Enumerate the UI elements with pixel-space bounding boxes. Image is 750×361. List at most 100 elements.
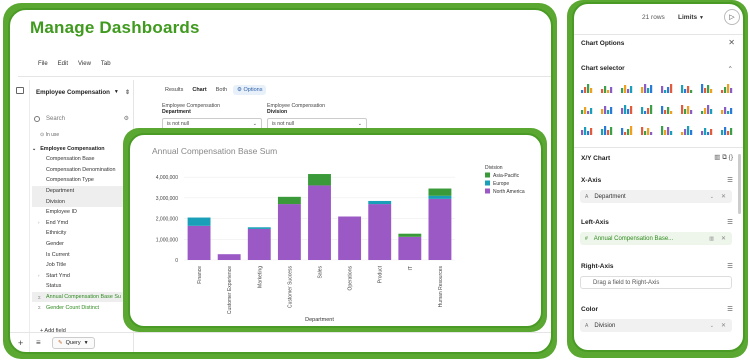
bar-segment[interactable] (368, 204, 392, 260)
legend-swatch (485, 180, 490, 186)
bar-segment[interactable] (368, 200, 392, 205)
panel-toggle-icon[interactable] (16, 87, 24, 94)
query-tab[interactable]: ✎ Query ▼ (52, 337, 95, 349)
bar-segment[interactable] (247, 228, 271, 260)
settings-sliders-icon[interactable]: ☰ (727, 262, 733, 270)
field-group[interactable]: ⌄ Employee Compensation 3 (32, 144, 134, 154)
field-item[interactable]: Compensation Type (32, 175, 134, 186)
stacked-bar-icon[interactable] (601, 86, 613, 93)
sparkline-icon[interactable] (641, 127, 653, 135)
menu-view[interactable]: View (78, 61, 91, 67)
field-item[interactable]: Department (32, 185, 134, 197)
settings-sliders-icon[interactable]: ☰ (727, 176, 733, 184)
bar-segment[interactable] (277, 204, 301, 260)
field-item[interactable]: Compensation Base (32, 154, 134, 165)
search-input[interactable]: Search (46, 116, 65, 122)
chart-type-icons[interactable]: ▥ ⧉ {} (714, 153, 733, 162)
tab-chart[interactable]: Chart (189, 85, 209, 95)
run-button[interactable]: ▷ (724, 9, 740, 25)
field-item[interactable]: Σ Gender Count Distinct (32, 302, 134, 313)
heatmap-icon[interactable] (601, 106, 613, 114)
remove-icon[interactable]: ✕ (721, 322, 726, 329)
histogram-icon[interactable] (621, 126, 633, 135)
left-axis-field[interactable]: # Annual Compensation Base... ▥ ✕ (580, 232, 732, 245)
right-axis-dropzone[interactable]: Drag a field to Right-Axis (580, 276, 732, 289)
grouped-bar-icon[interactable] (621, 85, 633, 93)
settings-sliders-icon[interactable]: ☰ (727, 218, 733, 226)
x-tick-label: Finance (197, 266, 203, 284)
field-item[interactable]: › End Ymd (32, 218, 134, 229)
bar-segment[interactable] (338, 216, 362, 261)
x-axis-field[interactable]: A Department ⌄ ✕ (580, 190, 732, 203)
line-chart-icon[interactable] (641, 84, 653, 93)
in-use-toggle[interactable]: ⊙ In use (40, 132, 59, 138)
field-item[interactable]: Σ Annual Compensation Base Su (32, 291, 134, 303)
remove-icon[interactable]: ✕ (721, 235, 726, 242)
field-group-name: Employee Compensation (40, 146, 105, 152)
field-item[interactable]: Compensation Denomination (32, 165, 134, 176)
pivot-icon[interactable] (721, 127, 733, 135)
bar-segment[interactable] (428, 188, 452, 196)
bar-segment[interactable] (187, 225, 211, 260)
field-item[interactable]: Job Title (32, 260, 134, 271)
options-label: Options (243, 87, 263, 93)
bar-segment[interactable] (398, 233, 422, 237)
bar-segment[interactable] (247, 227, 271, 229)
close-icon[interactable]: ✕ (728, 38, 735, 47)
field-item[interactable]: Employee ID (32, 207, 134, 218)
field-name: Compensation Denomination (46, 166, 116, 173)
bar-segment[interactable] (428, 195, 452, 199)
settings-sliders-icon[interactable]: ☰ (727, 305, 733, 313)
bar-segment[interactable] (308, 185, 331, 260)
menu-tab[interactable]: Tab (101, 61, 111, 67)
options-button[interactable]: ⚙ Options (233, 85, 267, 95)
bar-segment[interactable] (217, 254, 241, 260)
scrollbar[interactable] (738, 154, 741, 214)
waterfall-icon[interactable] (601, 126, 613, 135)
kpi-icon[interactable] (701, 128, 713, 135)
chevron-down-icon[interactable]: ⌄ (710, 194, 714, 200)
field-item[interactable]: Ethnicity (32, 228, 134, 239)
combo-icon[interactable] (721, 107, 733, 114)
field-search[interactable]: Search ⚙ (34, 113, 129, 124)
dataset-selector[interactable]: Employee Compensation ▼ ⇕ (32, 85, 132, 99)
funnel-icon[interactable] (661, 106, 673, 114)
gauge-icon[interactable] (621, 105, 633, 114)
bar-segment[interactable] (277, 196, 301, 205)
bar-segment[interactable] (308, 174, 331, 186)
field-item[interactable]: Division (32, 196, 134, 207)
chevron-down-icon[interactable]: ⌄ (710, 323, 714, 329)
custom-icon[interactable] (701, 105, 713, 114)
field-item[interactable]: Is Current (32, 249, 134, 260)
area-chart-icon[interactable] (661, 84, 673, 93)
filter-settings-icon[interactable]: ⚙ (124, 115, 129, 122)
x-axis-field-name: Department (594, 193, 626, 200)
limits-dropdown[interactable]: Limits ▼ (678, 14, 704, 21)
menu-edit[interactable]: Edit (58, 61, 68, 67)
map-icon[interactable] (641, 105, 653, 114)
bar-segment[interactable] (428, 198, 452, 260)
tab-results[interactable]: Results (162, 85, 186, 95)
color-field[interactable]: A Division ⌄ ✕ (580, 319, 732, 332)
menu-file[interactable]: File (38, 61, 48, 67)
text-icon[interactable] (681, 105, 693, 114)
bar-chart-icon[interactable] (581, 84, 593, 93)
field-item[interactable]: Status (32, 281, 134, 292)
scatter-icon[interactable] (681, 85, 693, 93)
tab-both[interactable]: Both (213, 85, 230, 95)
menu-icon[interactable]: ≡ (36, 338, 41, 347)
pie-icon[interactable] (581, 107, 593, 114)
add-tab-icon[interactable]: + (18, 338, 23, 348)
bubble-icon[interactable] (581, 127, 593, 135)
chevron-up-icon[interactable]: ⌃ (728, 65, 733, 73)
number-icon[interactable] (701, 84, 713, 93)
bar-segment[interactable] (187, 217, 211, 226)
remove-icon[interactable]: ✕ (721, 193, 726, 200)
field-item[interactable]: › Start Ymd (32, 271, 134, 282)
bar-segment[interactable] (398, 236, 422, 260)
treemap-icon[interactable] (661, 126, 673, 135)
table-icon[interactable] (721, 84, 733, 93)
bar-chart-icon[interactable]: ▥ (709, 236, 714, 242)
sankey-icon[interactable] (681, 126, 693, 135)
field-item[interactable]: Gender (32, 239, 134, 250)
